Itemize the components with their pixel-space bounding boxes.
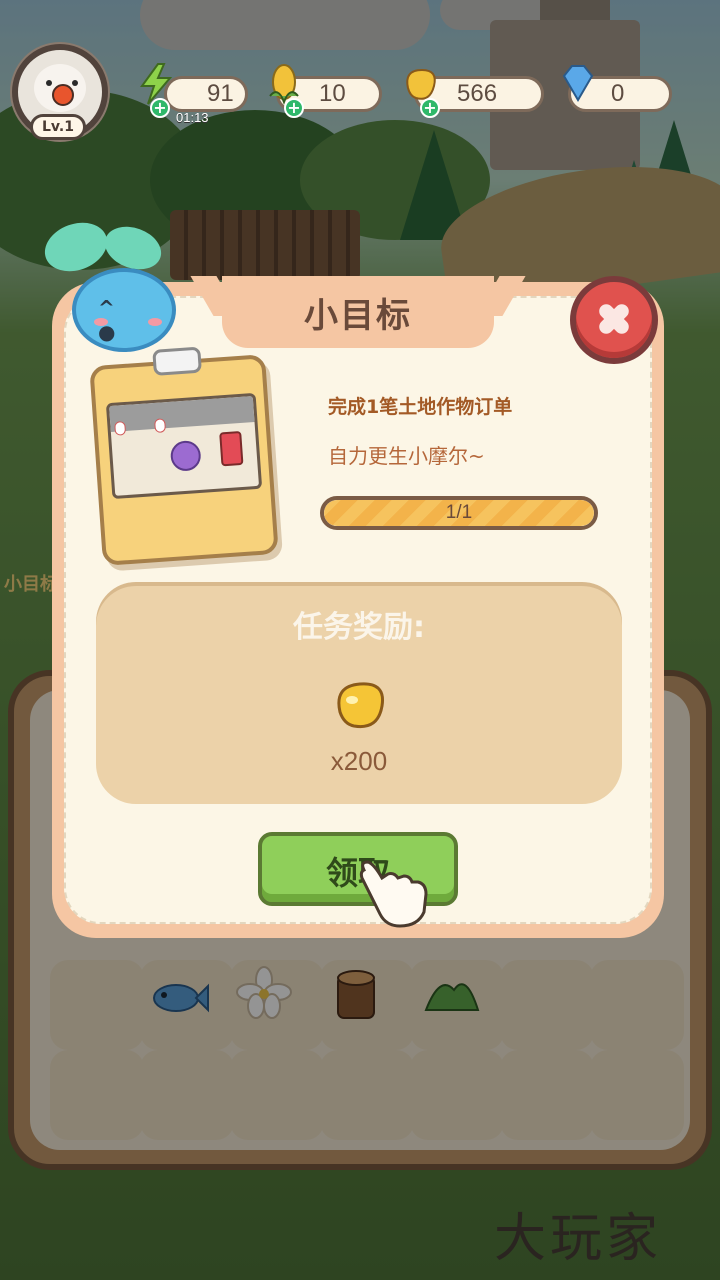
task-description: 自力更生小摩尔~ [328,444,485,468]
corn-add-button[interactable]: + [284,98,304,118]
scene-purple-character [169,439,202,472]
sprout-mascot: ^ ● [38,214,184,354]
watermark-text: 大玩家 [494,1209,663,1269]
energy-counter[interactable]: 91 [164,76,248,112]
mascot-leaf [38,214,114,280]
task-clipboard-illustration [89,346,279,566]
modal-title-tab: 小目标 [222,276,494,348]
scene-price-tag [154,418,166,433]
mascot-blush [148,318,162,326]
energy-timer: 01:13 [176,110,209,125]
bean-icon [337,682,385,729]
level-badge: Lv.1 [30,114,86,140]
pointing-hand-icon [359,860,428,928]
corn-value: 10 [319,80,346,107]
task-title: 完成1笔土地作物订单 [328,396,513,418]
mascot-eyes: ^ ● [98,296,126,344]
modal-title: 小目标 [304,296,412,336]
scene-price-tag [114,421,126,436]
avatar-eye [46,80,52,86]
energy-value: 91 [207,80,234,107]
task-progress-bar: 1/1 [320,496,598,530]
diamond-icon [562,65,594,102]
reward-label: 任务奖励: [293,610,425,645]
avatar-eye [72,80,78,86]
gem-value: 0 [611,80,625,107]
energy-add-button[interactable]: + [150,98,170,118]
reward-amount: x200 [330,746,388,776]
mascot-blush [94,318,108,326]
progress-text: 1/1 [445,502,473,523]
bean-value: 566 [457,80,498,107]
scene-red-character [219,430,244,467]
clipboard-scene [105,392,263,500]
scene-wall [109,396,255,433]
close-button[interactable] [570,276,658,364]
avatar-nose [52,84,74,106]
bean-add-button[interactable]: + [420,98,440,118]
clipboard-clip [152,346,202,376]
